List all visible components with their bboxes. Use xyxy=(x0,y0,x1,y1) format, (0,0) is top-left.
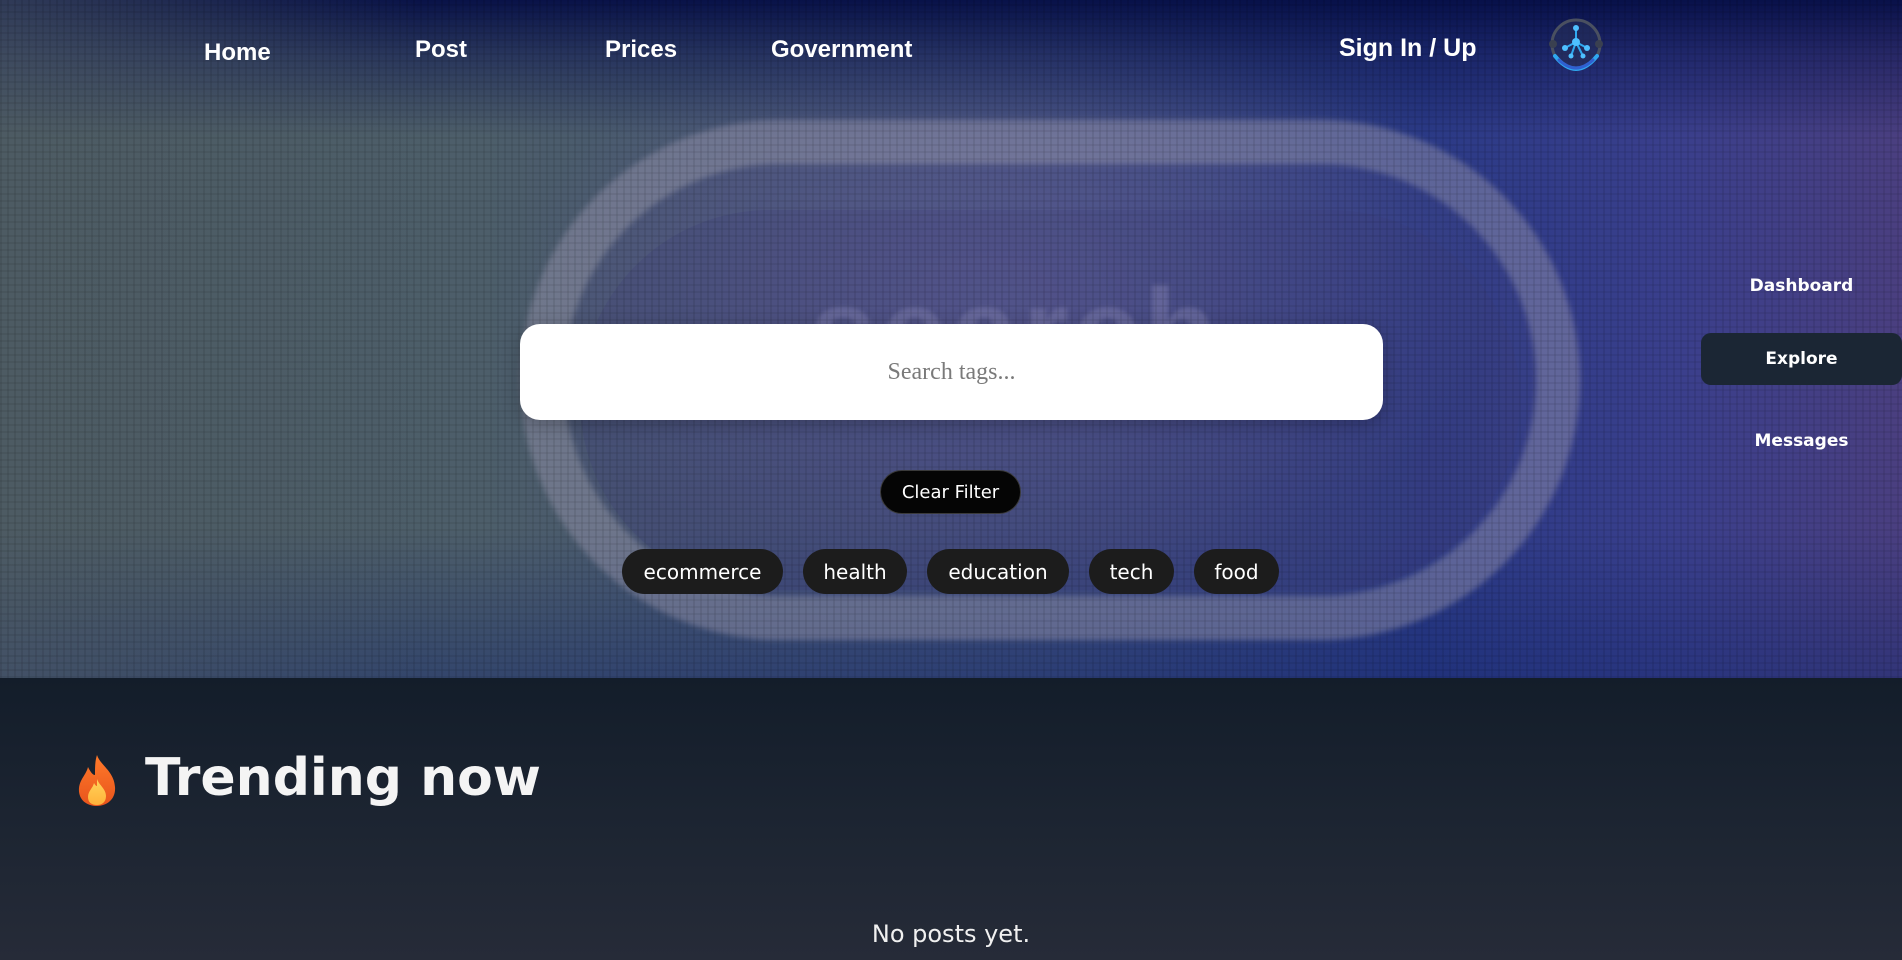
side-nav-dashboard[interactable]: Dashboard xyxy=(1701,260,1902,312)
tag-chip[interactable]: education xyxy=(927,549,1069,594)
network-shield-logo-icon[interactable] xyxy=(1545,16,1607,80)
tag-search-input[interactable] xyxy=(520,324,1383,420)
trending-section: Trending now No posts yet. xyxy=(0,678,1902,960)
tag-chip[interactable]: food xyxy=(1194,549,1279,594)
tag-list: ecommerce health education tech food xyxy=(0,549,1902,595)
tag-search-box xyxy=(520,324,1383,420)
tag-chip[interactable]: tech xyxy=(1089,549,1174,594)
clear-filter-button[interactable]: Clear Filter xyxy=(880,470,1021,514)
top-nav: Home Post Prices Government Sign In / Up xyxy=(0,0,1902,100)
empty-posts-message: No posts yet. xyxy=(871,920,1031,948)
fire-icon xyxy=(78,755,116,806)
nav-government-link[interactable]: Government xyxy=(771,36,912,64)
side-nav-messages[interactable]: Messages xyxy=(1701,415,1902,467)
trending-title: Trending now xyxy=(145,748,541,808)
nav-prices-link[interactable]: Prices xyxy=(605,36,677,64)
nav-home-link[interactable]: Home xyxy=(204,39,271,67)
sign-in-up-link[interactable]: Sign In / Up xyxy=(1339,34,1477,63)
nav-post-link[interactable]: Post xyxy=(415,36,467,64)
side-nav-explore[interactable]: Explore xyxy=(1701,333,1902,385)
tag-chip[interactable]: ecommerce xyxy=(622,549,783,594)
tag-chip[interactable]: health xyxy=(803,549,907,594)
